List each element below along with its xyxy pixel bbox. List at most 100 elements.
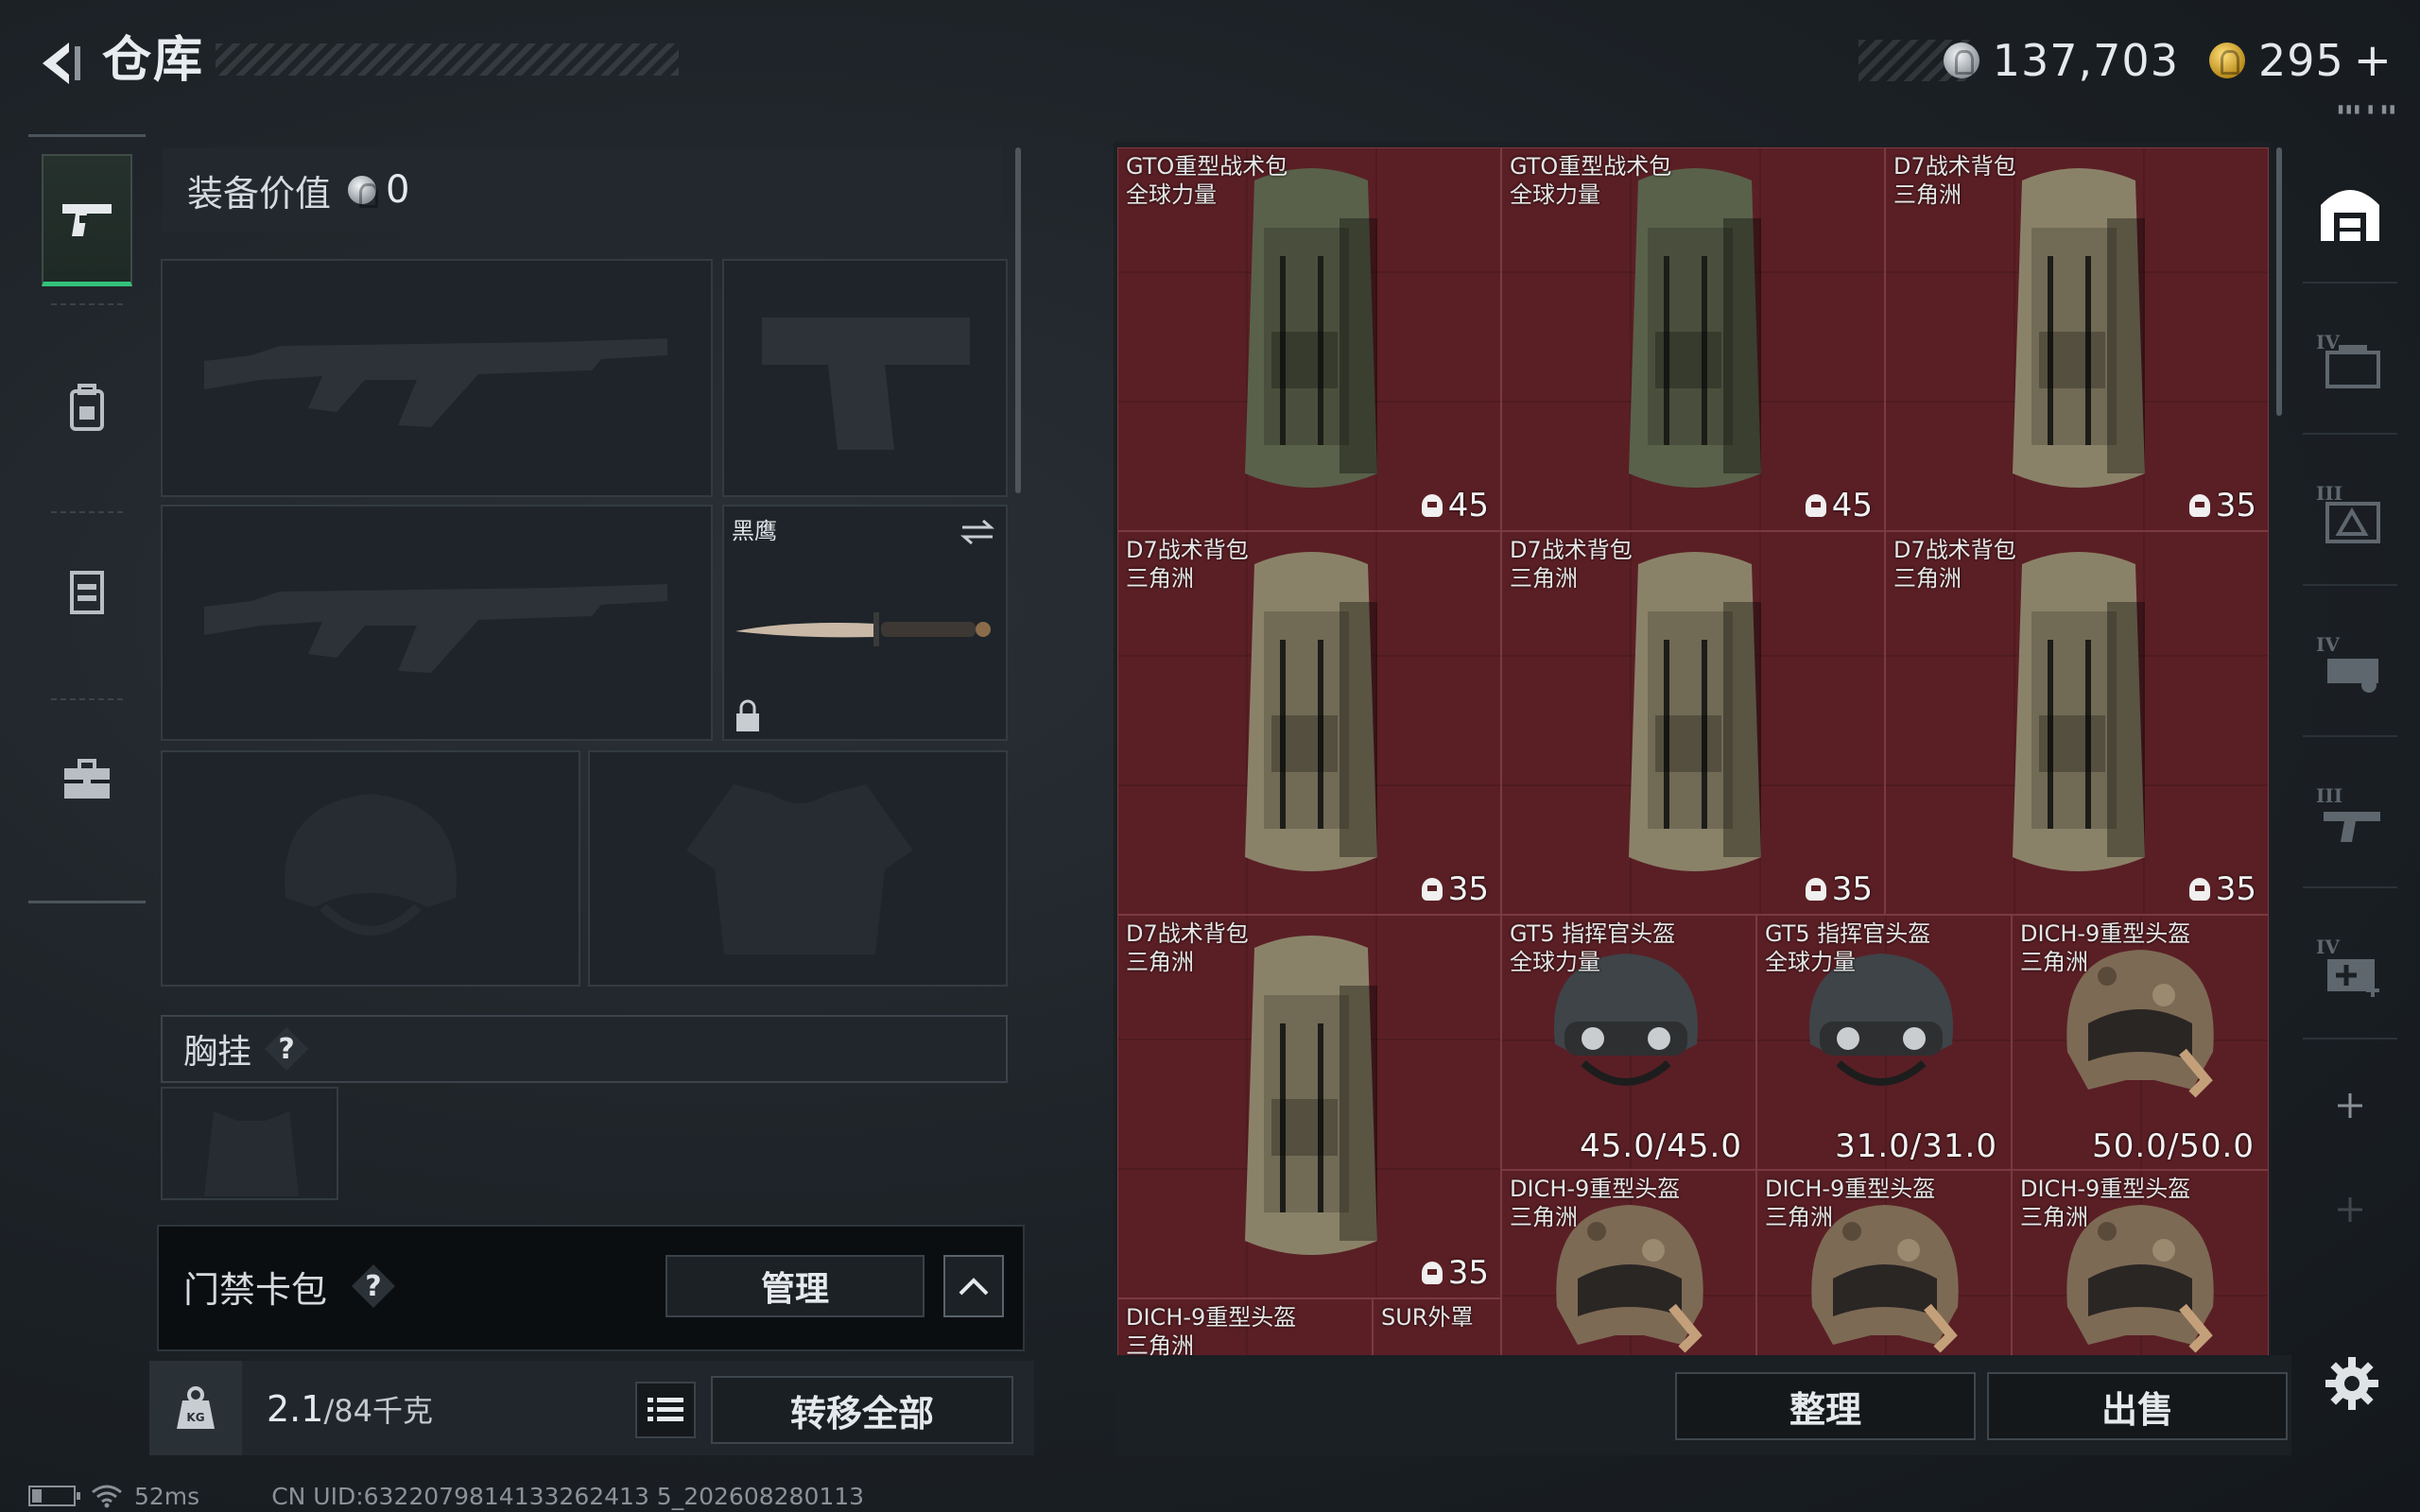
plus-icon	[2338, 1197, 2362, 1222]
svg-text:IV: IV	[2316, 331, 2340, 353]
chest-rig-help-icon[interactable]: ?	[265, 1027, 309, 1071]
melee-slot[interactable]: 黑鹰	[722, 505, 1008, 741]
item-name: D7战术背包 三角洲	[1126, 920, 1249, 975]
secondary-weapon-slot[interactable]	[722, 259, 1008, 497]
inventory-item[interactable]: DICH-9重型头盔 三角洲	[1756, 1170, 2012, 1357]
nav-weapons[interactable]	[42, 154, 132, 286]
nav-backpack[interactable]	[42, 360, 132, 455]
item-name: DICH-9重型头盔 三角洲	[2020, 920, 2191, 975]
second-weapon-slot[interactable]	[161, 505, 713, 741]
inventory-item[interactable]: GTO重型战术包 全球力量 45	[1117, 147, 1501, 531]
equipment-scrollbar[interactable]	[1015, 147, 1021, 493]
inventory-item[interactable]: DICH-9重型头盔 三角洲	[1117, 1298, 1373, 1357]
lock-icon	[736, 699, 759, 731]
item-name: D7战术背包 三角洲	[1510, 537, 1633, 592]
chest-rig-slot[interactable]	[161, 1087, 338, 1200]
rifle-silhouette-icon	[204, 584, 667, 673]
wifi-icon	[92, 1485, 122, 1508]
backpack-icon	[1245, 552, 1377, 871]
settings-button[interactable]	[2316, 1348, 2388, 1419]
item-value: 35	[2188, 487, 2256, 524]
inventory-item[interactable]: DICH-9重型头盔 三角洲	[1501, 1170, 1756, 1357]
item-durability: 50.0/50.0	[2092, 1127, 2255, 1165]
back-button[interactable]	[26, 30, 93, 96]
inventory-item[interactable]: DICH-9重型头盔 三角洲 50.0/50.0	[2012, 915, 2269, 1170]
inventory-grid: GTO重型战术包 全球力量 45 GTO重型战术包 全球力量 45 D7战术背包 三…	[1117, 147, 2269, 1357]
chest-rig-silhouette-icon	[204, 1111, 299, 1196]
inventory-item[interactable]: D7战术背包 三角洲 35	[1501, 531, 1885, 915]
list-view-button[interactable]	[635, 1382, 696, 1438]
inventory-item[interactable]: SUR外罩	[1373, 1298, 1501, 1357]
uid-text: CN UID:6322079814133262413 5_20260828011…	[271, 1482, 865, 1510]
access-card-label: 门禁卡包	[183, 1269, 328, 1311]
svg-text:KG: KG	[186, 1411, 204, 1424]
item-value: 35	[1421, 1254, 1489, 1292]
access-card-help-icon[interactable]: ?	[352, 1264, 395, 1308]
add-currency-button[interactable]: +	[2354, 34, 2392, 87]
armor-silhouette-icon	[686, 784, 913, 954]
inventory-item[interactable]: D7战术背包 三角洲 35	[1885, 147, 2269, 531]
filter-bar: IV III IV III IV	[2303, 142, 2397, 1361]
filter-tier-iii-weapon[interactable]: III	[2303, 747, 2397, 888]
inventory-scrollbar[interactable]	[2276, 147, 2282, 416]
ping-value: 52ms	[134, 1482, 200, 1510]
map-case-icon: III	[2316, 482, 2380, 543]
chest-rig-label: 胸挂	[183, 1033, 252, 1072]
inventory-panel: GTO重型战术包 全球力量 45 GTO重型战术包 全球力量 45 D7战术背包 三…	[1114, 142, 2284, 1361]
inventory-item[interactable]: D7战术背包 三角洲 35	[1117, 915, 1501, 1298]
inventory-item[interactable]: D7战术背包 三角洲 35	[1117, 531, 1501, 915]
list-icon	[648, 1398, 683, 1421]
backpack-icon	[1629, 168, 1761, 488]
battery-icon	[28, 1486, 80, 1506]
item-name: GT5 指挥官头盔 全球力量	[1765, 920, 1931, 975]
access-card-bar: 门禁卡包 ? 管理	[157, 1225, 1025, 1351]
status-bar: 52ms CN UID:6322079814133262413 5_202608…	[28, 1480, 864, 1512]
pistol-icon	[62, 203, 112, 236]
item-value: 45	[1421, 487, 1489, 524]
rifle-silhouette-icon	[204, 338, 667, 427]
add-filter-button-disabled[interactable]	[2303, 1172, 2397, 1247]
item-name: SUR外罩	[1381, 1304, 1474, 1331]
item-name: GT5 指挥官头盔 全球力量	[1510, 920, 1676, 975]
primary-weapon-slot[interactable]	[161, 259, 713, 497]
collapse-button[interactable]	[943, 1255, 1004, 1317]
inventory-item[interactable]: GTO重型战术包 全球力量 45	[1501, 147, 1885, 531]
item-name: GTO重型战术包 全球力量	[1126, 153, 1288, 208]
filter-tier-iv-toolkit[interactable]: IV	[2303, 595, 2397, 737]
filter-tier-iv-storage[interactable]: IV	[2303, 293, 2397, 435]
filter-tier-iv-medkit[interactable]: IV	[2303, 898, 2397, 1040]
currency-display: 137,703 295 +	[1858, 32, 2392, 89]
weight-icon-box: KG	[149, 1361, 242, 1455]
svg-text:III: III	[2316, 784, 2342, 807]
item-capacity: 35	[1447, 870, 1489, 908]
item-name: DICH-9重型头盔 三角洲	[1510, 1176, 1681, 1230]
inventory-item[interactable]: D7战术背包 三角洲 35	[1885, 531, 2269, 915]
transfer-all-button[interactable]: 转移全部	[711, 1376, 1013, 1444]
backpack-icon	[1245, 936, 1377, 1255]
equipment-value: 0	[386, 168, 410, 212]
add-filter-button[interactable]	[2303, 1049, 2397, 1162]
manage-button[interactable]: 管理	[666, 1255, 925, 1317]
toolbox-icon	[64, 759, 110, 799]
medkit-icon: IV	[2316, 936, 2379, 997]
nav-toolbox[interactable]	[42, 732, 132, 827]
warehouse-icon	[2321, 190, 2379, 241]
swap-icon[interactable]	[959, 518, 996, 546]
inventory-item[interactable]: DICH-9重型头盔 三角洲	[2012, 1170, 2269, 1357]
plus-icon	[2338, 1093, 2362, 1118]
helmet-slot[interactable]	[161, 750, 580, 987]
inventory-item[interactable]: GT5 指挥官头盔 全球力量 31.0/31.0	[1756, 915, 2012, 1170]
filter-tier-iii-map[interactable]: III	[2303, 444, 2397, 586]
nav-vest[interactable]	[42, 543, 132, 638]
sort-button[interactable]: 整理	[1675, 1372, 1976, 1440]
svg-text:IV: IV	[2316, 633, 2340, 656]
inventory-item[interactable]: GT5 指挥官头盔 全球力量 45.0/45.0	[1501, 915, 1756, 1170]
backpack-icon	[2013, 552, 2145, 871]
filter-all[interactable]	[2303, 142, 2397, 284]
sell-button[interactable]: 出售	[1987, 1372, 2288, 1440]
armor-slot[interactable]	[588, 750, 1008, 987]
back-arrow-icon	[43, 43, 80, 84]
capacity-icon	[2188, 494, 2210, 517]
capacity-icon	[1421, 878, 1443, 901]
chevron-up-icon	[959, 1278, 989, 1296]
